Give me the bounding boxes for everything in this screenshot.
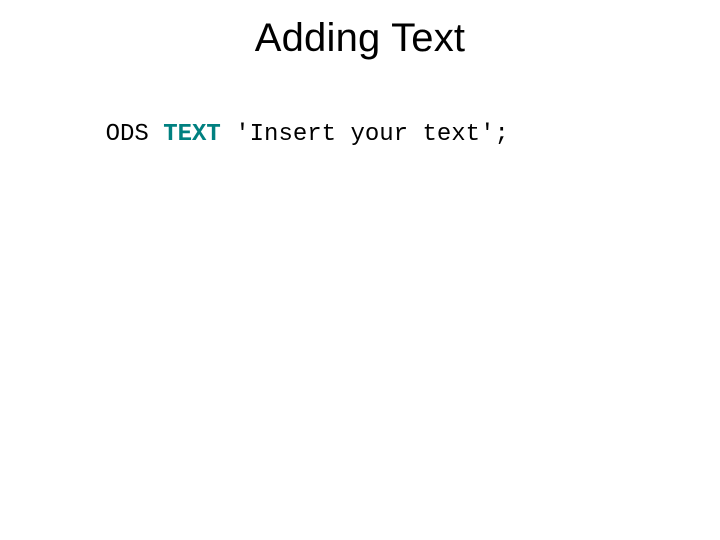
slide: Adding Text ODS TEXT 'Insert your text'; — [0, 0, 720, 540]
code-line: ODS TEXT 'Insert your text'; — [48, 94, 509, 175]
slide-title: Adding Text — [0, 16, 720, 61]
code-prefix: ODS — [106, 121, 164, 148]
code-keyword: TEXT — [163, 121, 221, 148]
code-rest: 'Insert your text'; — [221, 121, 509, 148]
